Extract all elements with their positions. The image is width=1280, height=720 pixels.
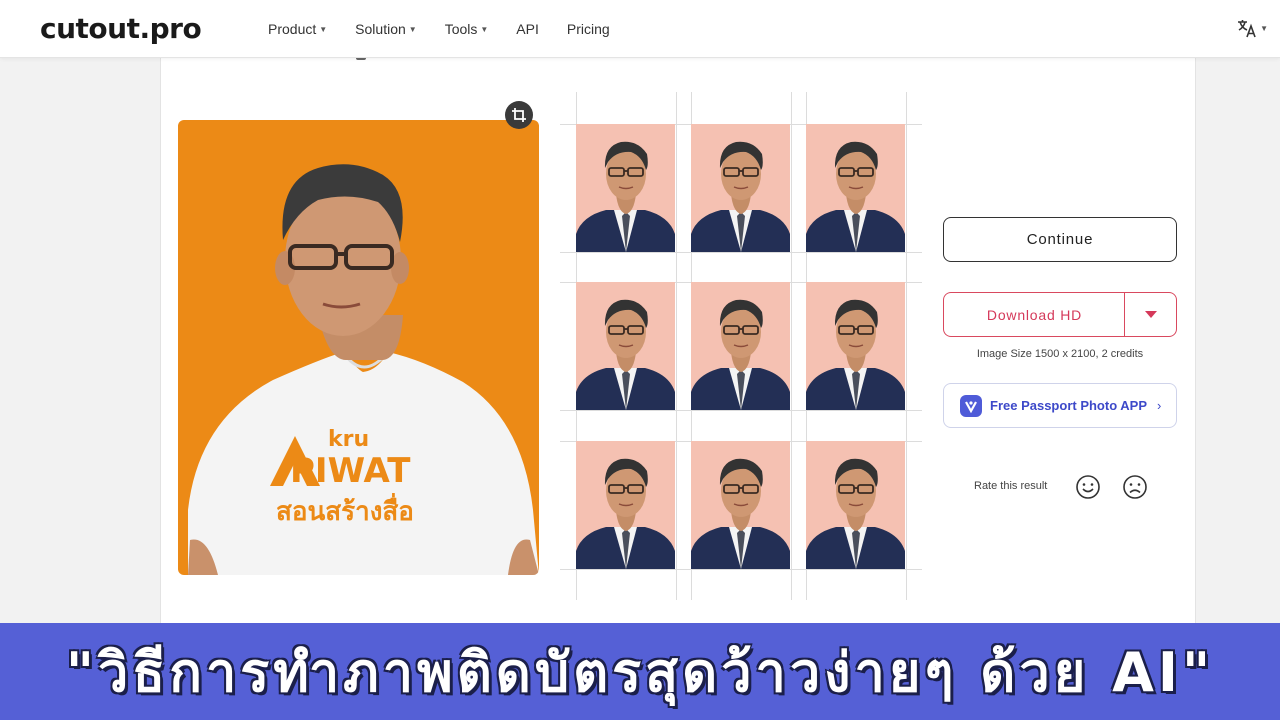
caption-banner: "วิธีการทำภาพติดบัตรสุดว้าวง่ายๆ ด้วย AI… <box>0 623 1280 720</box>
shirt-text-kru: kru <box>328 427 369 452</box>
chevron-down-icon: ▼ <box>1260 23 1268 33</box>
passport-photo-tile <box>576 124 675 252</box>
passport-photo-tile <box>806 282 905 410</box>
logo[interactable]: cutout.pro <box>40 12 202 45</box>
passport-photo-tile <box>806 124 905 252</box>
app-logo-icon <box>960 394 982 417</box>
smile-icon[interactable] <box>1075 474 1101 500</box>
language-selector[interactable]: ▼ <box>1236 17 1268 39</box>
download-hd-button[interactable]: Download HD <box>943 292 1125 337</box>
nav-item-tools[interactable]: Tools ▼ <box>445 21 489 37</box>
chevron-down-icon: ▼ <box>319 24 328 34</box>
chevron-right-icon: › <box>1157 398 1162 413</box>
shirt-text-thai: สอนสร้างสื่อ <box>276 492 414 527</box>
passport-photo-tile <box>691 124 790 252</box>
nav-item-solution[interactable]: Solution ▼ <box>355 21 417 37</box>
cut-guide-line <box>560 252 922 253</box>
nav-item-api[interactable]: API <box>516 21 539 37</box>
frown-icon[interactable] <box>1122 474 1148 500</box>
passport-photo-tile <box>576 282 675 410</box>
passport-photo-tile <box>576 441 675 569</box>
nav-label: API <box>516 21 539 37</box>
cut-guide-line <box>791 92 792 600</box>
nav-label: Pricing <box>566 21 610 37</box>
original-photo-preview[interactable]: kru PIWAT สอนสร้างสื่อ <box>178 120 539 575</box>
nav-item-product[interactable]: Product ▼ <box>268 21 327 37</box>
crop-icon <box>512 108 526 122</box>
cut-guide-line <box>676 92 677 600</box>
nav-label: Solution <box>355 21 406 37</box>
nav-item-pricing[interactable]: Pricing <box>567 21 610 37</box>
top-navigation-bar: cutout.pro Product ▼ Solution ▼ Tools ▼ API… <box>0 0 1280 58</box>
person-portrait: kru PIWAT สอนสร้างสื่อ <box>188 164 539 575</box>
nav-label: Product <box>268 21 317 37</box>
main-nav: Product ▼ Solution ▼ Tools ▼ API Pricing <box>268 0 610 58</box>
continue-button[interactable]: Continue <box>943 217 1177 262</box>
rate-label: Rate this result <box>974 480 1048 492</box>
passport-photo-tile <box>691 441 790 569</box>
caret-down-icon <box>1144 311 1157 318</box>
chevron-down-icon: ▼ <box>408 24 417 34</box>
caption-text: "วิธีการทำภาพติดบัตรสุดว้าวง่ายๆ ด้วย AI… <box>65 640 1215 704</box>
download-options-button[interactable] <box>1124 292 1177 337</box>
app-button-label: Free Passport Photo APP <box>990 398 1147 413</box>
chevron-down-icon: ▼ <box>480 24 489 34</box>
cut-guide-line <box>560 410 922 411</box>
shirt-text-piwat: PIWAT <box>290 451 411 491</box>
passport-photo-tile <box>806 441 905 569</box>
free-passport-app-button[interactable]: Free Passport Photo APP › <box>943 383 1177 428</box>
cut-guide-line <box>560 569 922 570</box>
cut-guide-line <box>906 92 907 600</box>
image-size-info: Image Size 1500 x 2100, 2 credits <box>976 348 1144 360</box>
nav-label: Tools <box>444 21 478 37</box>
translate-icon <box>1238 20 1256 38</box>
passport-photo-tile <box>691 282 790 410</box>
crop-button[interactable] <box>505 101 533 129</box>
passport-photo-sheet[interactable] <box>560 92 922 600</box>
